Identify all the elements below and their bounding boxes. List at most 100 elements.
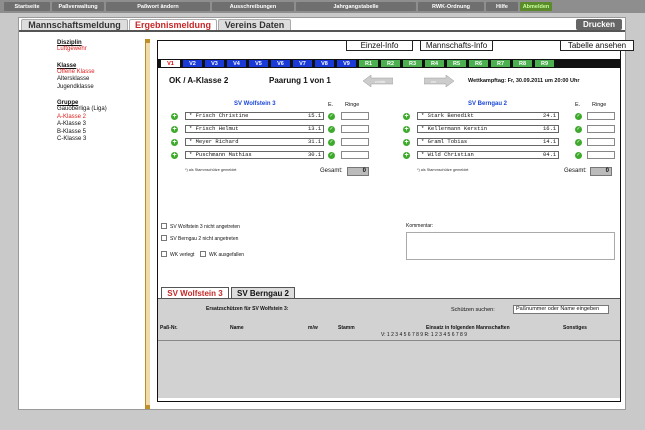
check-icon[interactable]: ✓ <box>328 139 335 146</box>
player-name: * Frisch Christine <box>189 112 249 119</box>
ringe-input[interactable] <box>341 112 369 120</box>
home-gesamt-label: Gesamt: <box>320 168 343 174</box>
away-player-select[interactable]: * Stark Benedikt 24.1 <box>417 112 559 120</box>
sidebar-item-jugendklasse[interactable]: Jugendklasse <box>57 84 144 92</box>
check-icon[interactable]: ✓ <box>575 139 582 146</box>
add-icon[interactable]: + <box>171 113 178 120</box>
home-absent-checkbox[interactable] <box>161 223 167 229</box>
substitute-title: Ersatzschützen für SV Wolfstein 3: <box>206 306 289 312</box>
tab-round-r2[interactable]: R2 <box>381 60 400 67</box>
sidebar-item-luftgewehr[interactable]: Luftgewehr <box>57 46 144 54</box>
ringe-input[interactable] <box>587 125 615 133</box>
ringe-input[interactable] <box>587 138 615 146</box>
tab-round-r9[interactable]: R9 <box>535 60 554 67</box>
nav-passverwaltung[interactable]: Paßverwaltung <box>52 2 104 11</box>
away-absent-checkbox[interactable] <box>161 235 167 241</box>
tab-round-r4[interactable]: R4 <box>425 60 444 67</box>
tab-round-v2[interactable]: V2 <box>183 60 202 67</box>
home-player-select[interactable]: * Frisch Helmut 13.1 <box>185 125 324 133</box>
check-icon[interactable]: ✓ <box>328 113 335 120</box>
tab-round-r7[interactable]: R7 <box>491 60 510 67</box>
scroll-up-icon[interactable] <box>146 39 150 43</box>
search-input[interactable]: Paßnummer oder Name eingeben <box>513 305 609 314</box>
check-icon[interactable]: ✓ <box>328 126 335 133</box>
nav-abmelden[interactable]: Abmelden <box>520 2 552 11</box>
scroll-down-icon[interactable] <box>146 405 150 409</box>
cancelled-checkbox[interactable] <box>200 251 206 257</box>
sidebar-item-offene-klasse[interactable]: Offene Klasse <box>57 69 144 77</box>
tab-round-r6[interactable]: R6 <box>469 60 488 67</box>
ringe-input[interactable] <box>341 151 369 159</box>
tab-round-v8[interactable]: V8 <box>315 60 334 67</box>
next-arrow-icon[interactable]: vor <box>424 75 454 87</box>
ringe-input[interactable] <box>587 112 615 120</box>
postponed-checkbox[interactable] <box>161 251 167 257</box>
tab-round-v5[interactable]: V5 <box>249 60 268 67</box>
nav-startseite[interactable]: Startseite <box>4 2 50 11</box>
sidebar-scrollbar[interactable] <box>145 39 150 409</box>
player-name: * Puschmann Mathias <box>189 151 252 158</box>
sidebar-item-a-klasse-3[interactable]: A-Klasse 3 <box>57 121 144 129</box>
print-button[interactable]: Drucken <box>576 19 622 30</box>
nav-hilfe[interactable]: Hilfe <box>486 2 518 11</box>
away-team-name: SV Berngau 2 <box>468 101 508 107</box>
tab-sv-berngau-2[interactable]: SV Berngau 2 <box>231 287 295 298</box>
add-icon[interactable]: + <box>403 113 410 120</box>
nav-ausschreibungen[interactable]: Ausschreibungen <box>212 2 294 11</box>
tab-round-v3[interactable]: V3 <box>205 60 224 67</box>
home-player-select[interactable]: * Meyer Richard 31.1 <box>185 138 324 146</box>
away-player-select[interactable]: * Wild Christian 04.1 <box>417 151 559 159</box>
einzel-info-button[interactable]: Einzel-Info <box>346 40 413 51</box>
away-player-row: + * Graml Tobias 14.1 ✓ <box>398 138 620 147</box>
ringe-input[interactable] <box>587 151 615 159</box>
tab-round-r5[interactable]: R5 <box>447 60 466 67</box>
ringe-input[interactable] <box>341 138 369 146</box>
player-date: 31.1 <box>308 138 322 145</box>
tab-sv-wolfstein-3[interactable]: SV Wolfstein 3 <box>161 287 229 298</box>
nav-passwort-aendern[interactable]: Paßwort ändern <box>106 2 210 11</box>
check-icon[interactable]: ✓ <box>575 152 582 159</box>
away-footnote: *) als Stammschütze gemeldet <box>417 168 469 172</box>
tab-round-r8[interactable]: R8 <box>513 60 532 67</box>
ringe-input[interactable] <box>341 125 369 133</box>
sidebar-item-altersklasse[interactable]: Altersklasse <box>57 76 144 84</box>
tab-round-v4[interactable]: V4 <box>227 60 246 67</box>
add-icon[interactable]: + <box>171 126 178 133</box>
check-icon[interactable]: ✓ <box>328 152 335 159</box>
add-icon[interactable]: + <box>403 152 410 159</box>
home-player-select[interactable]: * Puschmann Mathias 30.1 <box>185 151 324 159</box>
add-icon[interactable]: + <box>403 126 410 133</box>
check-icon[interactable]: ✓ <box>575 126 582 133</box>
sidebar-item-c-klasse-3[interactable]: C-Klasse 3 <box>57 136 144 144</box>
player-name: * Frisch Helmut <box>189 125 239 132</box>
add-icon[interactable]: + <box>171 152 178 159</box>
tab-round-r1[interactable]: R1 <box>359 60 378 67</box>
add-icon[interactable]: + <box>403 139 410 146</box>
tab-round-v7[interactable]: V7 <box>293 60 312 67</box>
comment-textarea[interactable] <box>406 232 615 260</box>
check-icon[interactable]: ✓ <box>575 113 582 120</box>
tab-round-v6[interactable]: V6 <box>271 60 290 67</box>
sidebar-item-b-klasse-5[interactable]: B-Klasse 5 <box>57 129 144 137</box>
nav-jahrgangstabelle[interactable]: Jahrgangstabelle <box>296 2 416 11</box>
prev-arrow-icon[interactable]: zurück <box>363 75 393 87</box>
tab-round-v9[interactable]: V9 <box>337 60 356 67</box>
mannschafts-info-button[interactable]: Mannschafts-Info <box>420 40 493 51</box>
add-icon[interactable]: + <box>171 139 178 146</box>
tab-round-v1[interactable]: V1 <box>161 60 180 67</box>
tabelle-ansehen-button[interactable]: Tabelle ansehen <box>560 40 634 51</box>
nav-rwk-ordnung[interactable]: RWK-Ordnung <box>418 2 484 11</box>
home-player-select[interactable]: * Frisch Christine 15.1 <box>185 112 324 120</box>
match-date: Wettkampftag: Fr, 30.09.2011 um 20:00 Uh… <box>468 78 580 84</box>
tab-ergebnismeldung[interactable]: Ergebnismeldung <box>129 19 217 30</box>
tab-mannschaftsmeldung[interactable]: Mannschaftsmeldung <box>21 19 128 30</box>
away-player-select[interactable]: * Kellermann Kerstin 16.1 <box>417 125 559 133</box>
sidebar-item-a-klasse-2[interactable]: A-Klasse 2 <box>57 114 144 122</box>
player-name: * Stark Benedikt <box>421 112 474 119</box>
col-sonstiges: Sonstiges <box>563 325 587 331</box>
tab-vereins-daten[interactable]: Vereins Daten <box>218 19 291 30</box>
tab-round-r3[interactable]: R3 <box>403 60 422 67</box>
sidebar-item-gauoberliga[interactable]: Gauoberliga (Liga) <box>57 106 144 114</box>
away-player-select[interactable]: * Graml Tobias 14.1 <box>417 138 559 146</box>
away-gesamt-value: 0 <box>590 167 612 176</box>
